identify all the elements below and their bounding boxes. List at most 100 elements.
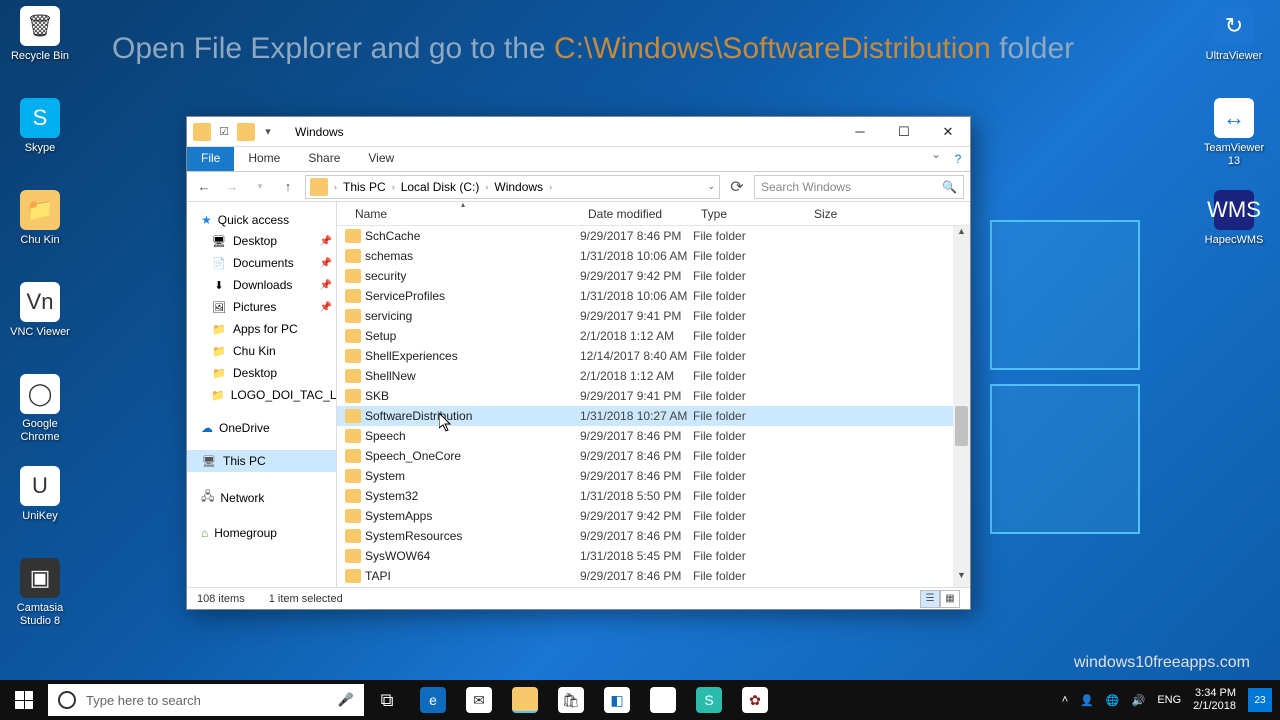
tray-people-icon[interactable]: 👤 (1080, 694, 1094, 707)
scroll-up-icon[interactable]: ▲ (953, 226, 970, 243)
desktop-icon-camtasia-studio-8[interactable]: ▣Camtasia Studio 8 (4, 558, 76, 628)
column-date[interactable]: Date modified (580, 207, 693, 221)
details-view-button[interactable]: ☰ (920, 590, 940, 608)
breadcrumb[interactable]: › This PC › Local Disk (C:) › Windows › … (305, 175, 720, 199)
quick-access-item[interactable]: 📁Apps for PC (187, 318, 336, 340)
desktop-icon-recycle-bin[interactable]: 🗑Recycle Bin (4, 6, 76, 63)
help-button[interactable]: ? (946, 147, 970, 171)
breadcrumb-thispc[interactable]: This PC (339, 178, 390, 196)
quick-access-item[interactable]: 📁Desktop (187, 362, 336, 384)
desktop-icon-skype[interactable]: SSkype (4, 98, 76, 155)
file-row[interactable]: SchCache9/29/2017 8:46 PMFile folder (337, 226, 970, 246)
file-row[interactable]: ShellNew2/1/2018 1:12 AMFile folder (337, 366, 970, 386)
file-row[interactable]: System321/31/2018 5:50 PMFile folder (337, 486, 970, 506)
quick-access-item[interactable]: 🖼Pictures📌 (187, 296, 336, 318)
desktop-icon-chu-kin[interactable]: 📁Chu Kin (4, 190, 76, 247)
tray-network-icon[interactable]: 🌐 (1106, 694, 1120, 707)
file-date: 9/29/2017 8:46 PM (580, 469, 693, 483)
maximize-button[interactable]: ☐ (882, 117, 926, 147)
file-row[interactable]: servicing9/29/2017 9:41 PMFile folder (337, 306, 970, 326)
taskbar-explorer[interactable] (502, 680, 548, 720)
file-row[interactable]: System9/29/2017 8:46 PMFile folder (337, 466, 970, 486)
file-row[interactable]: SystemApps9/29/2017 9:42 PMFile folder (337, 506, 970, 526)
tray-overflow-icon[interactable]: ˄ (1062, 694, 1068, 706)
minimize-button[interactable]: ─ (838, 117, 882, 147)
desktop-icon-hapecwms[interactable]: WMSHapecWMS (1198, 190, 1270, 247)
file-name: security (365, 269, 406, 283)
file-row[interactable]: Speech_OneCore9/29/2017 8:46 PMFile fold… (337, 446, 970, 466)
onedrive-item[interactable]: ☁OneDrive (187, 418, 336, 438)
file-row[interactable]: SKB9/29/2017 9:41 PMFile folder (337, 386, 970, 406)
desktop-icon-ultraviewer[interactable]: ↻UltraViewer (1198, 6, 1270, 63)
taskbar-edge[interactable]: e (410, 680, 456, 720)
taskbar-clock[interactable]: 3:34 PM 2/1/2018 (1193, 687, 1236, 713)
taskbar-mail[interactable]: ✉ (456, 680, 502, 720)
recent-dropdown[interactable]: ▾ (249, 176, 271, 198)
back-button[interactable]: ← (193, 176, 215, 198)
taskbar-chrome[interactable]: ◯ (640, 680, 686, 720)
action-center-button[interactable]: 23 (1248, 688, 1272, 712)
qat-dropdown-icon[interactable]: ▾ (259, 123, 277, 141)
desktop-icon-google-chrome[interactable]: ◯Google Chrome (4, 374, 76, 444)
desktop-icon-unikey[interactable]: UUniKey (4, 466, 76, 523)
quick-access-heading[interactable]: ★Quick access (187, 210, 336, 230)
qat-properties-icon[interactable]: ☑ (215, 123, 233, 141)
file-date: 1/31/2018 5:45 PM (580, 549, 693, 563)
taskbar-app2[interactable]: ✿ (732, 680, 778, 720)
breadcrumb-windows[interactable]: Windows (490, 178, 547, 196)
file-row[interactable]: SysWOW641/31/2018 5:45 PMFile folder (337, 546, 970, 566)
quick-access-item[interactable]: 📄Documents📌 (187, 252, 336, 274)
icon-label: Camtasia Studio 8 (4, 602, 76, 628)
start-button[interactable] (0, 680, 48, 720)
close-button[interactable]: ✕ (926, 117, 970, 147)
tab-share[interactable]: Share (294, 147, 354, 171)
file-row[interactable]: TAPI9/29/2017 8:46 PMFile folder (337, 566, 970, 586)
qat-newfolder-icon[interactable] (237, 123, 255, 141)
quick-access-item[interactable]: 🖥Desktop📌 (187, 230, 336, 252)
quick-access-item[interactable]: 📁Chu Kin (187, 340, 336, 362)
tray-speaker-icon[interactable]: 🔊 (1132, 694, 1146, 707)
file-row[interactable]: Speech9/29/2017 8:46 PMFile folder (337, 426, 970, 446)
tab-file[interactable]: File (187, 147, 234, 171)
taskbar-app1[interactable]: ◧ (594, 680, 640, 720)
file-row[interactable]: Setup2/1/2018 1:12 AMFile folder (337, 326, 970, 346)
homegroup-item[interactable]: ⌂Homegroup (187, 523, 336, 543)
desktop-icon-teamviewer-13[interactable]: ↔TeamViewer 13 (1198, 98, 1270, 168)
task-view-button[interactable]: ⧉ (364, 680, 410, 720)
this-pc-item[interactable]: 🖥This PC (187, 450, 336, 472)
file-row[interactable]: SystemResources9/29/2017 8:46 PMFile fol… (337, 526, 970, 546)
file-row[interactable]: ServiceProfiles1/31/2018 10:06 AMFile fo… (337, 286, 970, 306)
quick-access-item[interactable]: ⬇Downloads📌 (187, 274, 336, 296)
scrollbar[interactable]: ▲ ▼ (953, 226, 970, 587)
search-input[interactable]: Search Windows 🔍 (754, 175, 964, 199)
file-row[interactable]: security9/29/2017 9:42 PMFile folder (337, 266, 970, 286)
desktop-icon-vnc-viewer[interactable]: VnVNC Viewer (4, 282, 76, 339)
breadcrumb-drive[interactable]: Local Disk (C:) (397, 178, 484, 196)
file-row[interactable]: Tasks1/31/2018 5:45 PMFile folder (337, 586, 970, 587)
file-explorer-window: ☑ ▾ Windows ─ ☐ ✕ File Home Share View ⌄… (186, 116, 971, 610)
scroll-down-icon[interactable]: ▼ (953, 570, 970, 587)
ribbon-collapse-icon[interactable]: ⌄ (926, 147, 946, 171)
thumbnails-view-button[interactable]: ▦ (940, 590, 960, 608)
refresh-button[interactable]: ⟳ (726, 177, 748, 197)
file-row[interactable]: ShellExperiences12/14/2017 8:40 AMFile f… (337, 346, 970, 366)
forward-button[interactable]: → (221, 176, 243, 198)
tray-language[interactable]: ENG (1157, 694, 1181, 706)
breadcrumb-dropdown-icon[interactable]: ⌄ (707, 181, 715, 192)
column-type[interactable]: Type (693, 207, 806, 221)
network-item[interactable]: 🖧Network (187, 484, 336, 511)
pin-icon: 📌 (320, 236, 332, 247)
taskbar-search[interactable]: Type here to search 🎤 (48, 684, 364, 716)
file-row[interactable]: schemas1/31/2018 10:06 AMFile folder (337, 246, 970, 266)
quick-access-item[interactable]: 📁LOGO_DOI_TAC_LIE (187, 384, 336, 406)
scroll-thumb[interactable] (955, 406, 968, 446)
tab-home[interactable]: Home (234, 147, 294, 171)
file-name: ShellExperiences (365, 349, 458, 363)
up-button[interactable]: ↑ (277, 176, 299, 198)
column-size[interactable]: Size (806, 207, 970, 221)
file-type: File folder (693, 289, 806, 303)
taskbar-snagit[interactable]: S (686, 680, 732, 720)
file-row[interactable]: SoftwareDistribution1/31/2018 10:27 AMFi… (337, 406, 970, 426)
taskbar-store[interactable]: 🛍 (548, 680, 594, 720)
tab-view[interactable]: View (354, 147, 408, 171)
